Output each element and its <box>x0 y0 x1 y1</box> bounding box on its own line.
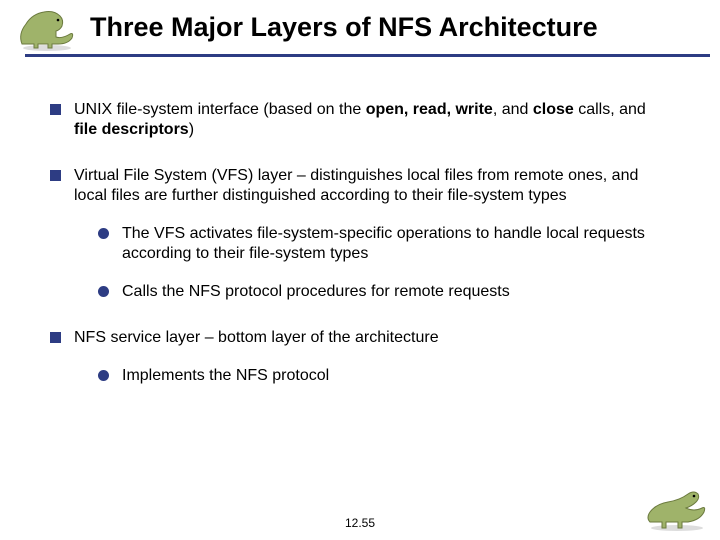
dinosaur-icon <box>12 4 82 52</box>
slide-header: Three Major Layers of NFS Architecture <box>0 0 720 70</box>
bullet-text: Virtual File System (VFS) layer – distin… <box>74 166 670 206</box>
text-fragment: calls, and <box>574 101 646 118</box>
bullet-vfs-layer: Virtual File System (VFS) layer – distin… <box>50 166 670 302</box>
page-number: 12.55 <box>0 516 720 530</box>
bullet-unix-interface: UNIX file-system interface (based on the… <box>50 100 670 140</box>
text-bold: file descriptors <box>74 121 189 138</box>
subbullet-nfs-calls: Calls the NFS protocol procedures for re… <box>98 282 670 302</box>
bullet-nfs-service: NFS service layer – bottom layer of the … <box>50 328 670 386</box>
text-fragment: , and <box>493 101 533 118</box>
text-bold: close <box>533 101 574 118</box>
text-fragment: ) <box>189 121 194 138</box>
bullet-text: Implements the NFS protocol <box>122 366 670 386</box>
bullet-text: UNIX file-system interface (based on the… <box>74 100 670 140</box>
subbullet-vfs-activates: The VFS activates file-system-specific o… <box>98 224 670 264</box>
dinosaur-icon <box>642 484 712 532</box>
title-underline <box>25 54 710 57</box>
bullet-text: The VFS activates file-system-specific o… <box>122 224 670 264</box>
bullet-text: NFS service layer – bottom layer of the … <box>74 328 670 348</box>
bullet-text: Calls the NFS protocol procedures for re… <box>122 282 670 302</box>
subbullet-implements: Implements the NFS protocol <box>98 366 670 386</box>
slide-title: Three Major Layers of NFS Architecture <box>90 12 720 43</box>
text-bold: open, read, write <box>366 101 493 118</box>
text-fragment: UNIX file-system interface (based on the <box>74 101 366 118</box>
slide: Three Major Layers of NFS Architecture U… <box>0 0 720 540</box>
slide-body: UNIX file-system interface (based on the… <box>0 70 720 386</box>
